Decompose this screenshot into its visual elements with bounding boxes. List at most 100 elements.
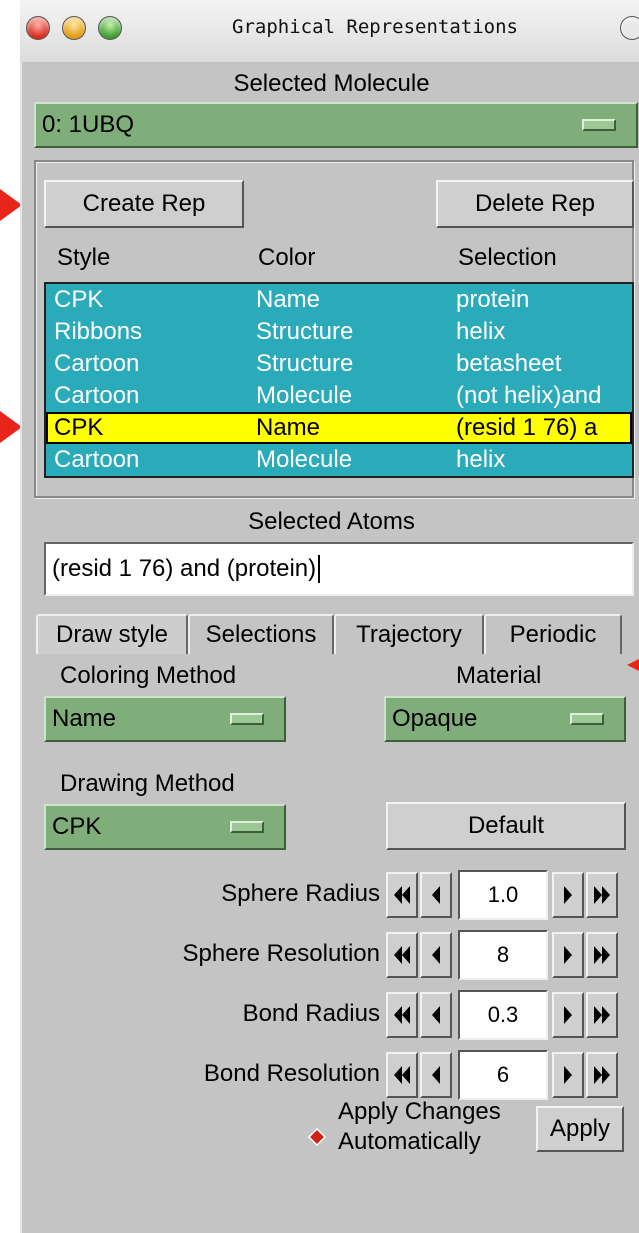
sphere-radius-label: Sphere Radius — [221, 880, 380, 907]
graphical-representations-window: Selected Molecule 0: 1UBQ Create Rep Del… — [20, 62, 639, 1233]
selected-molecule-menu[interactable]: 0: 1UBQ — [34, 102, 638, 148]
sphere-radius-increment-button[interactable] — [552, 872, 584, 918]
double-left-arrow-icon — [394, 946, 410, 964]
rep-color: Molecule — [256, 382, 353, 409]
right-arrow-icon — [564, 1066, 572, 1084]
annotation-arrow-selected-rep — [0, 411, 22, 443]
bond-resolution-increment-button[interactable] — [552, 1052, 584, 1098]
sphere-resolution-increment-button[interactable] — [552, 932, 584, 978]
minimize-window-button[interactable] — [62, 16, 86, 40]
drawing-method-value: CPK — [52, 813, 102, 840]
double-right-arrow-icon — [594, 946, 610, 964]
bond-resolution-input[interactable]: 6 — [458, 1050, 548, 1100]
sphere-radius-input[interactable]: 1.0 — [458, 870, 548, 920]
bond-resolution-fast-increment-button[interactable] — [586, 1052, 618, 1098]
apply-automatically-label-line2: Automatically — [338, 1128, 481, 1155]
create-rep-button[interactable]: Create Rep — [44, 180, 244, 228]
bond-radius-decrement-button[interactable] — [420, 992, 452, 1038]
option-menu-indicator-icon — [230, 821, 264, 833]
default-button[interactable]: Default — [386, 802, 626, 850]
close-window-button[interactable] — [26, 16, 50, 40]
rep-style: Cartoon — [54, 382, 140, 409]
rep-style: Cartoon — [54, 446, 140, 473]
sphere-radius-fast-increment-button[interactable] — [586, 872, 618, 918]
sphere-resolution-input[interactable]: 8 — [458, 930, 548, 980]
rep-color: Name — [256, 286, 321, 313]
delete-rep-button[interactable]: Delete Rep — [436, 180, 634, 228]
material-value: Opaque — [392, 705, 478, 732]
material-menu[interactable]: Opaque — [384, 696, 626, 742]
tab-selections[interactable]: Selections — [188, 614, 334, 654]
annotation-arrow-create — [0, 189, 22, 221]
column-header-color: Color — [258, 244, 316, 271]
left-arrow-icon — [432, 1006, 440, 1024]
bond-resolution-fast-decrement-button[interactable] — [386, 1052, 418, 1098]
drawing-method-menu[interactable]: CPK — [44, 804, 286, 850]
sphere-resolution-fast-decrement-button[interactable] — [386, 932, 418, 978]
left-arrow-icon — [432, 886, 440, 904]
drawing-method-label: Drawing Method — [60, 770, 235, 797]
rep-color: Molecule — [256, 446, 353, 473]
zoom-window-button[interactable] — [98, 16, 122, 40]
sphere-resolution-label: Sphere Resolution — [182, 940, 380, 967]
toolbar-toggle-button[interactable] — [620, 16, 639, 40]
rep-row[interactable]: Cartoon Molecule (not helix)and — [46, 380, 632, 412]
double-right-arrow-icon — [594, 1006, 610, 1024]
sphere-radius-decrement-button[interactable] — [420, 872, 452, 918]
rep-row[interactable]: Ribbons Structure helix — [46, 316, 632, 348]
rep-selection: (resid 1 76) a — [456, 414, 598, 441]
bond-radius-fast-increment-button[interactable] — [586, 992, 618, 1038]
sphere-resolution-fast-increment-button[interactable] — [586, 932, 618, 978]
bond-radius-fast-decrement-button[interactable] — [386, 992, 418, 1038]
tab-periodic[interactable]: Periodic — [484, 614, 622, 654]
bond-radius-increment-button[interactable] — [552, 992, 584, 1038]
annotation-arrow-material — [627, 659, 639, 671]
sphere-radius-fast-decrement-button[interactable] — [386, 872, 418, 918]
tab-trajectory[interactable]: Trajectory — [334, 614, 484, 654]
tab-draw-style[interactable]: Draw style — [36, 614, 188, 654]
selected-atoms-label: Selected Atoms — [248, 508, 415, 535]
double-right-arrow-icon — [594, 1066, 610, 1084]
coloring-method-label: Coloring Method — [60, 662, 237, 689]
rep-style: Cartoon — [54, 350, 140, 377]
apply-automatically-checkbox[interactable] — [307, 1127, 327, 1147]
option-menu-indicator-icon — [570, 713, 604, 725]
rep-style: CPK — [54, 286, 104, 313]
text-caret — [318, 555, 321, 583]
diamond-indicator-icon — [307, 1127, 327, 1147]
bond-radius-input[interactable]: 0.3 — [458, 990, 548, 1040]
rep-selection: helix — [456, 446, 506, 473]
window-title: Graphical Representations — [232, 16, 518, 38]
rep-style: CPK — [54, 414, 104, 441]
rep-color: Structure — [256, 350, 354, 377]
sphere-resolution-decrement-button[interactable] — [420, 932, 452, 978]
rep-row[interactable]: CPK Name protein — [46, 284, 632, 316]
rep-row[interactable]: Cartoon Molecule helix — [46, 444, 632, 476]
selected-molecule-label: Selected Molecule — [233, 70, 430, 97]
rep-style: Ribbons — [54, 318, 143, 345]
bond-resolution-decrement-button[interactable] — [420, 1052, 452, 1098]
coloring-method-menu[interactable]: Name — [44, 696, 286, 742]
rep-row[interactable]: Cartoon Structure betasheet — [46, 348, 632, 380]
right-arrow-icon — [564, 886, 572, 904]
material-label: Material — [456, 662, 542, 689]
apply-button[interactable]: Apply — [536, 1106, 624, 1152]
selected-atoms-input[interactable]: (resid 1 76) and (protein) — [44, 542, 634, 596]
right-arrow-icon — [564, 1006, 572, 1024]
rep-color: Structure — [256, 318, 354, 345]
left-arrow-icon — [432, 1066, 440, 1084]
title-bar: Graphical Representations — [20, 0, 639, 63]
left-arrow-icon — [432, 946, 440, 964]
reps-list[interactable]: CPK Name protein Ribbons Structure helix… — [44, 282, 634, 478]
double-left-arrow-icon — [394, 886, 410, 904]
right-arrow-icon — [564, 946, 572, 964]
rep-row-selected[interactable]: CPK Name (resid 1 76) a — [46, 412, 632, 444]
double-left-arrow-icon — [394, 1066, 410, 1084]
rep-selection: helix — [456, 318, 506, 345]
double-right-arrow-icon — [594, 886, 610, 904]
bond-resolution-label: Bond Resolution — [203, 1060, 380, 1087]
option-menu-indicator-icon — [582, 119, 616, 131]
column-header-selection: Selection — [458, 244, 557, 271]
selected-atoms-value: (resid 1 76) and (protein) — [52, 555, 317, 582]
option-menu-indicator-icon — [230, 713, 264, 725]
